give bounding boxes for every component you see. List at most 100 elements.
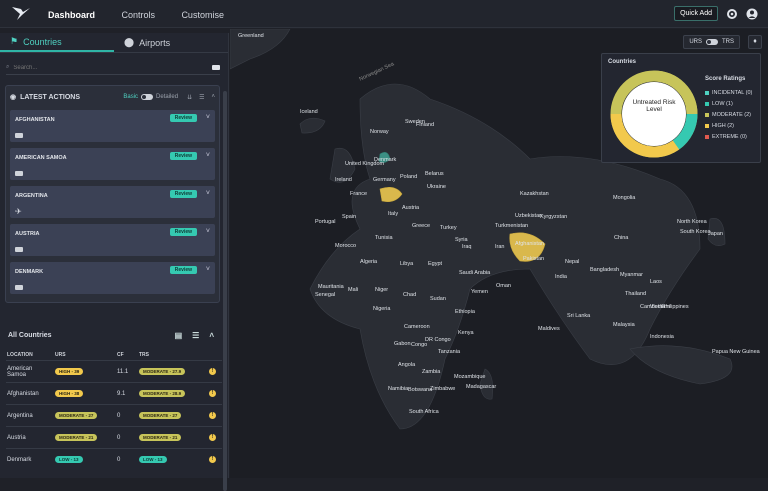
map-country-label[interactable]: Mauritania: [318, 284, 344, 290]
map-country-label[interactable]: Ethiopia: [455, 309, 475, 315]
map-country-label[interactable]: Mozambique: [454, 374, 486, 380]
map-country-label[interactable]: Laos: [650, 279, 662, 285]
map-country-label[interactable]: Tanzania: [438, 349, 460, 355]
review-button[interactable]: Review: [169, 190, 197, 198]
map-country-label[interactable]: Yemen: [471, 289, 488, 295]
eagle-logo-icon[interactable]: [10, 5, 32, 23]
map-country-label[interactable]: Ireland: [335, 177, 352, 183]
col-cf[interactable]: CF: [116, 350, 138, 361]
table-row[interactable]: Austria MODERATE - 21 0 MODERATE - 21 !: [6, 426, 222, 449]
map-country-label[interactable]: India: [555, 274, 567, 280]
map-country-label[interactable]: Philippines: [662, 304, 689, 310]
tab-airports[interactable]: ⬤ Airports: [114, 33, 228, 52]
map-country-label[interactable]: Botswana: [408, 387, 432, 393]
map-country-label[interactable]: Greenland: [238, 33, 264, 39]
chevron-down-icon[interactable]: ˅: [206, 266, 210, 273]
map-country-label[interactable]: Thailand: [625, 291, 646, 297]
map-country-label[interactable]: Zambia: [422, 369, 440, 375]
map-country-label[interactable]: China: [614, 235, 628, 241]
map-country-label[interactable]: Niger: [375, 287, 388, 293]
map-country-label[interactable]: Greece: [412, 223, 430, 229]
map-country-label[interactable]: Papua New Guinea: [712, 349, 760, 355]
nav-customise[interactable]: Customise: [181, 10, 224, 20]
map-country-label[interactable]: Saudi Arabia: [459, 270, 490, 276]
warning-icon[interactable]: !: [209, 368, 216, 375]
map-country-label[interactable]: Madagascar: [466, 384, 496, 390]
map-country-label[interactable]: Iceland: [300, 109, 318, 115]
map-country-label[interactable]: Senegal: [315, 292, 335, 298]
map-country-label[interactable]: France: [350, 191, 367, 197]
panel-scrollbar[interactable]: [223, 91, 227, 491]
map-country-label[interactable]: Tunisia: [375, 235, 393, 241]
action-card[interactable]: AUSTRIA Review ˅: [10, 224, 215, 256]
chevron-up-icon[interactable]: ˄: [211, 94, 215, 100]
map-country-label[interactable]: Mali: [348, 287, 358, 293]
map-country-label[interactable]: Algeria: [360, 259, 377, 265]
map-country-label[interactable]: Libya: [400, 261, 413, 267]
col-location[interactable]: LOCATION: [6, 350, 54, 361]
action-card[interactable]: AMERICAN SAMOA Review ˅: [10, 148, 215, 180]
urs-trs-switch[interactable]: [706, 39, 718, 45]
map-country-label[interactable]: Sri Lanka: [567, 313, 590, 319]
tab-countries[interactable]: ⚑ Countries: [0, 33, 114, 52]
map-country-label[interactable]: Syria: [455, 237, 468, 243]
map-country-label[interactable]: Spain: [342, 214, 356, 220]
map-country-label[interactable]: Germany: [373, 177, 396, 183]
col-urs[interactable]: URS: [54, 350, 116, 361]
map-country-label[interactable]: United Kingdom: [345, 161, 384, 167]
map-country-label[interactable]: Iraq: [462, 244, 471, 250]
map-country-label[interactable]: Sudan: [430, 296, 446, 302]
table-row[interactable]: American Samoa HIGH - 39 11.1 MODERATE -…: [6, 360, 222, 383]
map-country-label[interactable]: Bangladesh: [590, 267, 619, 273]
map-country-label[interactable]: Indonesia: [650, 334, 674, 340]
chevron-down-icon[interactable]: ˅: [206, 152, 210, 159]
sliders-icon[interactable]: ☰: [192, 331, 199, 340]
map-country-label[interactable]: Oman: [496, 283, 511, 289]
user-avatar-icon[interactable]: [746, 8, 758, 20]
map-country-label[interactable]: Turkey: [440, 225, 457, 231]
filter-icon[interactable]: ☰: [199, 94, 204, 101]
quick-add-button[interactable]: Quick Add: [674, 6, 718, 21]
warning-icon[interactable]: !: [209, 456, 216, 464]
map-country-label[interactable]: South Korea: [680, 229, 711, 235]
chevron-down-icon[interactable]: ˅: [206, 190, 210, 197]
map-country-label[interactable]: Cameroon: [404, 324, 430, 330]
map-country-label[interactable]: Iran: [495, 244, 504, 250]
review-button[interactable]: Review: [169, 266, 197, 274]
action-card[interactable]: ARGENTINA Review ˅ ✈: [10, 186, 215, 218]
map-country-label[interactable]: Mongolia: [613, 195, 635, 201]
map-country-label[interactable]: Kyrgyzstan: [540, 214, 567, 220]
nav-dashboard[interactable]: Dashboard: [48, 10, 95, 20]
map-country-label[interactable]: Nepal: [565, 259, 579, 265]
table-row[interactable]: Argentina MODERATE - 27 0 MODERATE - 27 …: [6, 404, 222, 427]
review-button[interactable]: Review: [169, 114, 197, 122]
urs-trs-toggle[interactable]: URS TRS: [683, 35, 740, 49]
export-icon[interactable]: ▤: [175, 331, 183, 340]
table-row[interactable]: Afghanistan HIGH - 38 9.1 MODERATE - 28.…: [6, 382, 222, 405]
map-country-label[interactable]: North Korea: [677, 219, 707, 225]
compass-icon[interactable]: ♦: [748, 35, 762, 49]
map-country-label[interactable]: Pakistan: [523, 256, 544, 262]
map-country-label[interactable]: Myanmar: [620, 272, 643, 278]
view-toggle-switch[interactable]: [141, 94, 154, 100]
col-trs[interactable]: TRS: [138, 350, 208, 361]
review-button[interactable]: Review: [169, 152, 197, 160]
nav-controls[interactable]: Controls: [121, 10, 155, 20]
map-country-label[interactable]: Uzbekistan: [515, 213, 542, 219]
map-country-label[interactable]: Maldives: [538, 326, 560, 332]
map-country-label[interactable]: Kazakhstan: [520, 191, 549, 197]
warning-icon[interactable]: !: [209, 434, 216, 441]
search-input[interactable]: [13, 64, 208, 71]
map-country-label[interactable]: Nigeria: [373, 306, 390, 312]
map-country-label[interactable]: Angola: [398, 362, 415, 368]
map-country-label[interactable]: Morocco: [335, 243, 356, 249]
map-country-label[interactable]: Belarus: [425, 171, 444, 177]
map-country-label[interactable]: Malaysia: [613, 322, 635, 328]
review-button[interactable]: Review: [169, 228, 197, 236]
chevron-down-icon[interactable]: ˅: [206, 228, 210, 235]
map-country-label[interactable]: Zimbabwe: [430, 386, 455, 392]
map-country-label[interactable]: DR Congo: [425, 337, 451, 343]
collapse-all-icon[interactable]: ⇊: [187, 94, 192, 101]
map-country-label[interactable]: Italy: [388, 211, 398, 217]
warning-icon[interactable]: !: [209, 390, 216, 397]
